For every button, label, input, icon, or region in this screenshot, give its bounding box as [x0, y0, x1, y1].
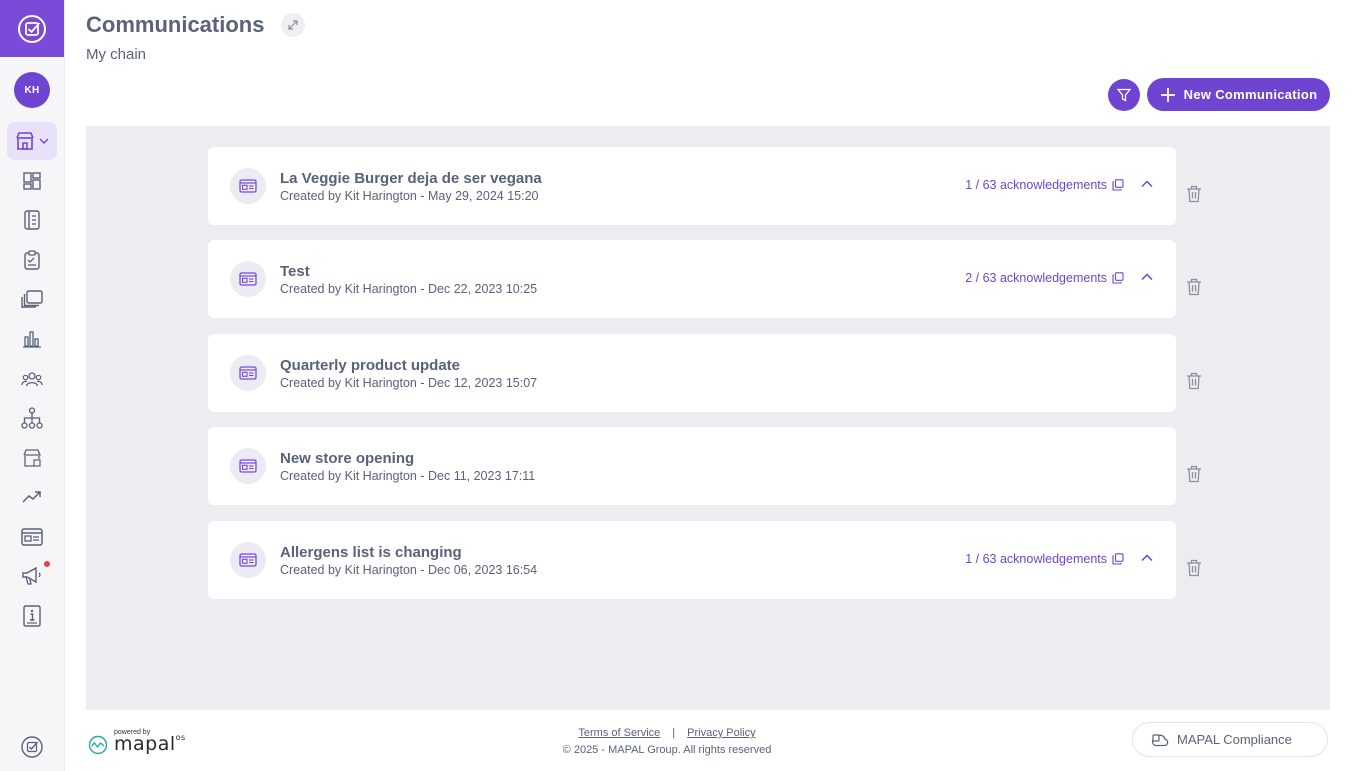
mapal-wordmark: mapalos: [114, 733, 186, 755]
communication-meta: Created by Kit Harington - May 29, 2024 …: [280, 189, 539, 203]
newspaper-icon: [230, 448, 266, 484]
announcements-icon: [22, 566, 41, 585]
nav-info[interactable]: [20, 604, 44, 628]
library-icon: [21, 290, 43, 308]
mapal-brand-text: mapal: [114, 733, 176, 755]
logbook-icon: [24, 210, 40, 230]
page-subtitle: My chain: [86, 46, 147, 63]
footer-separator: |: [672, 727, 676, 739]
copyright: © 2025 - MAPAL Group. All rights reserve…: [562, 744, 772, 756]
mapal-wave-icon: [88, 735, 108, 755]
app-logo-icon: [18, 14, 46, 43]
new-communication-label: New Communication: [1183, 87, 1318, 102]
cloud-icon: [1151, 733, 1169, 746]
terms-link[interactable]: Terms of Service: [578, 727, 660, 739]
store-icon: [16, 132, 34, 150]
acknowledgements-count: 1 / 63 acknowledgements: [965, 552, 1107, 566]
communication-title: Allergens list is changing: [280, 544, 462, 561]
hierarchy-icon: [21, 407, 43, 429]
newspaper-icon: [230, 355, 266, 391]
newspaper-icon: [230, 261, 266, 297]
nav-stores[interactable]: [20, 446, 44, 470]
communication-title: Quarterly product update: [280, 357, 461, 374]
communication-meta: Created by Kit Harington - Dec 06, 2023 …: [280, 563, 538, 577]
communication-card[interactable]: Allergens list is changing Created by Ki…: [208, 521, 1176, 599]
info-icon: [23, 605, 41, 627]
newspaper-icon: [230, 542, 266, 578]
communications-list: La Veggie Burger deja de ser vegana Crea…: [86, 126, 1330, 710]
newspaper-icon: [230, 168, 266, 204]
nav-dashboard[interactable]: [20, 169, 44, 193]
copy-icon: [1112, 272, 1124, 284]
expand-icon: [288, 20, 298, 30]
filter-button[interactable]: [1108, 79, 1140, 111]
compliance-label: MAPAL Compliance: [1177, 732, 1292, 747]
mapal-bottom-logo[interactable]: [20, 735, 44, 759]
nav-checklists[interactable]: [20, 248, 44, 272]
acknowledgements-link[interactable]: 2 / 63 acknowledgements: [965, 271, 1124, 285]
chevron-down-icon: [39, 138, 49, 144]
nav-communications[interactable]: [20, 525, 44, 549]
sidebar: KH: [0, 0, 65, 771]
communication-card[interactable]: La Veggie Burger deja de ser vegana Crea…: [208, 147, 1176, 225]
trash-icon[interactable]: [1186, 278, 1202, 296]
store-selector[interactable]: [7, 122, 57, 160]
users-icon: [21, 372, 43, 387]
page-title: Communications: [86, 12, 265, 37]
acknowledgements-count: 1 / 63 acknowledgements: [965, 178, 1107, 192]
communication-title: Test: [280, 263, 310, 280]
plus-icon: [1160, 87, 1175, 102]
communication-card[interactable]: Quarterly product update Created by Kit …: [208, 334, 1176, 412]
stores-icon: [23, 449, 41, 467]
acknowledgements-count: 2 / 63 acknowledgements: [965, 271, 1107, 285]
expand-button[interactable]: [281, 13, 305, 37]
chevron-up-icon[interactable]: [1140, 551, 1154, 565]
mapal-compliance-button[interactable]: MAPAL Compliance: [1132, 722, 1328, 757]
user-avatar[interactable]: KH: [14, 72, 50, 108]
acknowledgements-link[interactable]: 1 / 63 acknowledgements: [965, 178, 1124, 192]
nav-trends[interactable]: [20, 485, 44, 509]
nav-users[interactable]: [20, 367, 44, 391]
new-communication-button[interactable]: New Communication: [1147, 78, 1330, 111]
checklist-icon: [24, 250, 40, 270]
chevron-up-icon[interactable]: [1140, 177, 1154, 191]
nav-logbook[interactable]: [20, 208, 44, 232]
trash-icon[interactable]: [1186, 559, 1202, 577]
communication-card[interactable]: New store opening Created by Kit Haringt…: [208, 427, 1176, 505]
filter-icon: [1117, 88, 1131, 102]
nav-library[interactable]: [20, 287, 44, 311]
mapal-os-text: os: [175, 733, 186, 742]
communication-meta: Created by Kit Harington - Dec 22, 2023 …: [280, 282, 538, 296]
nav-reports[interactable]: [20, 327, 44, 351]
trash-icon[interactable]: [1186, 372, 1202, 390]
privacy-link[interactable]: Privacy Policy: [687, 727, 755, 739]
nav-hierarchy[interactable]: [20, 406, 44, 430]
app-logo[interactable]: [0, 0, 64, 57]
trends-icon: [22, 491, 41, 503]
footer-links: Terms of Service | Privacy Policy: [536, 727, 798, 739]
communication-card[interactable]: Test Created by Kit Harington - Dec 22, …: [208, 240, 1176, 318]
communications-icon: [21, 528, 43, 546]
mapal-logo-icon: [21, 736, 43, 758]
communication-title: La Veggie Burger deja de ser vegana: [280, 170, 542, 187]
dashboard-icon: [23, 172, 41, 190]
communication-meta: Created by Kit Harington - Dec 12, 2023 …: [280, 376, 538, 390]
trash-icon[interactable]: [1186, 185, 1202, 203]
acknowledgements-link[interactable]: 1 / 63 acknowledgements: [965, 552, 1124, 566]
copy-icon: [1112, 179, 1124, 191]
reports-icon: [23, 331, 41, 348]
notification-dot: [44, 561, 50, 567]
communication-meta: Created by Kit Harington - Dec 11, 2023 …: [280, 469, 536, 483]
communication-title: New store opening: [280, 450, 415, 467]
trash-icon[interactable]: [1186, 465, 1202, 483]
nav-announcements[interactable]: [20, 564, 44, 588]
copy-icon: [1112, 553, 1124, 565]
chevron-up-icon[interactable]: [1140, 270, 1154, 284]
